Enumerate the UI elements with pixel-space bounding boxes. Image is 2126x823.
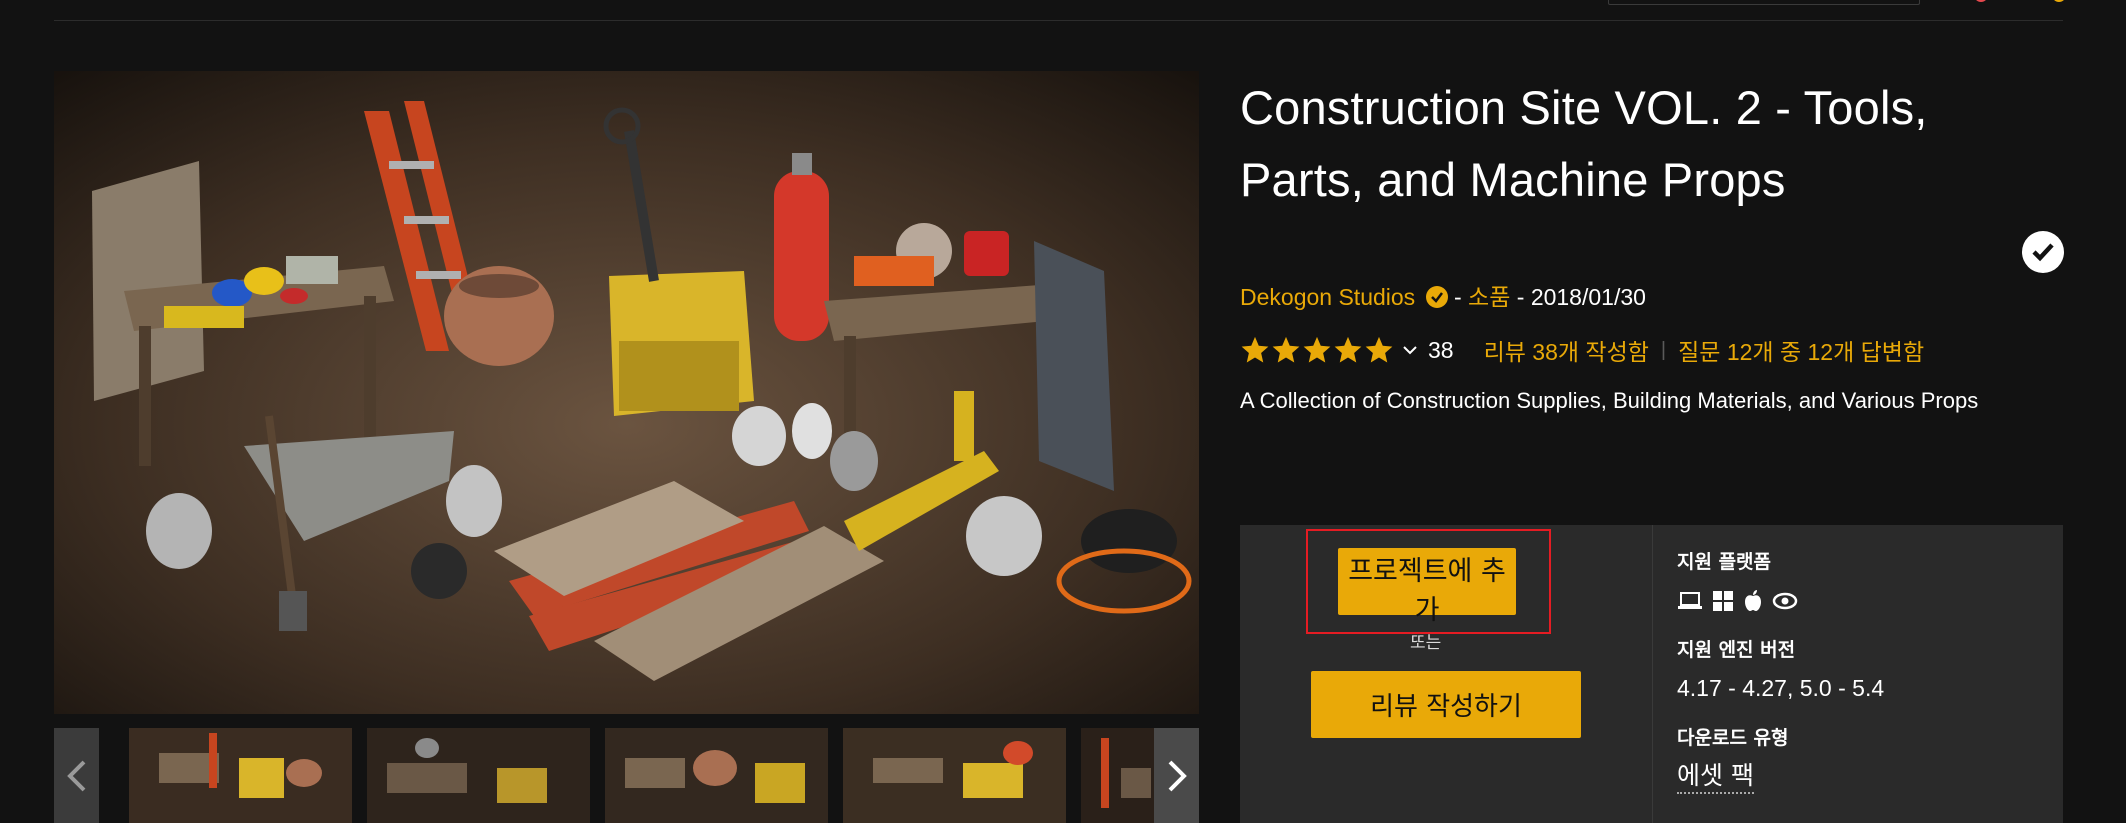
download-type-value[interactable]: 에셋 팩: [1677, 760, 1754, 794]
header-divider: [54, 20, 2063, 21]
notification-badge[interactable]: [1974, 0, 1988, 2]
laptop-icon: [1677, 590, 1703, 612]
star-icon: [1334, 336, 1362, 363]
star-icon: [1272, 336, 1300, 363]
category-link[interactable]: 소품: [1468, 284, 1510, 310]
meta-separator: -: [1516, 284, 1525, 310]
reviews-link[interactable]: 리뷰 38개 작성함: [1484, 333, 1649, 367]
product-hero-image[interactable]: [54, 71, 1199, 714]
thumbnail-2[interactable]: [367, 728, 590, 823]
engine-versions-label: 지원 엔진 버전: [1677, 639, 1796, 661]
purchase-panel: 프로젝트에 추가 또는 리뷰 작성하기 지원 플랫폼 지원 엔진 버전 4.17…: [1240, 525, 2063, 823]
apple-icon: [1743, 589, 1763, 613]
thumbnail-strip: [54, 728, 1199, 823]
search-input[interactable]: [1608, 0, 1920, 5]
or-label: 또는: [1410, 633, 1442, 653]
star-icon: [1365, 336, 1393, 363]
product-meta: Dekogon Studios - 소품 - 2018/01/30: [1240, 280, 1646, 314]
thumbnail-next-button[interactable]: [1154, 728, 1199, 823]
panel-divider: [1652, 525, 1653, 823]
thumbnail-4[interactable]: [843, 728, 1066, 823]
download-type-label: 다운로드 유형: [1677, 727, 1789, 749]
thumbnail-prev-button[interactable]: [54, 728, 99, 823]
release-date: 2018/01/30: [1530, 284, 1646, 310]
engine-versions-value: 4.17 - 4.27, 5.0 - 5.4: [1677, 675, 1885, 701]
write-review-button[interactable]: 리뷰 작성하기: [1311, 671, 1581, 738]
checkmark-icon: [2032, 243, 2054, 262]
platform-icons: [1677, 589, 1798, 613]
star-icon: [1241, 336, 1269, 363]
windows-icon: [1712, 590, 1734, 612]
cart-badge[interactable]: [2052, 0, 2066, 2]
thumbnail-5[interactable]: [1081, 728, 1161, 823]
rating-count: 38: [1428, 336, 1454, 363]
link-divider: |: [1660, 338, 1667, 361]
thumbnail-1[interactable]: [129, 728, 352, 823]
chevron-right-icon: [1168, 760, 1187, 791]
owned-check-badge: [2022, 231, 2064, 273]
eye-icon: [1772, 591, 1798, 611]
star-rating[interactable]: [1240, 335, 1394, 365]
seller-link[interactable]: Dekogon Studios: [1240, 284, 1415, 310]
verified-seller-icon: [1425, 286, 1448, 308]
product-title: Construction Site VOL. 2 - Tools, Parts,…: [1240, 81, 1928, 206]
questions-link[interactable]: 질문 12개 중 12개 답변함: [1678, 333, 1924, 367]
rating-row: 38 리뷰 38개 작성함 | 질문 12개 중 12개 답변함: [1240, 330, 1924, 370]
platforms-label: 지원 플랫폼: [1677, 551, 1772, 573]
thumbnail-3[interactable]: [605, 728, 828, 823]
meta-separator: -: [1453, 284, 1462, 310]
chevron-down-icon[interactable]: [1402, 344, 1418, 356]
add-to-project-button[interactable]: 프로젝트에 추가: [1338, 548, 1516, 626]
chevron-left-icon: [66, 760, 85, 791]
star-icon: [1303, 336, 1331, 363]
product-description: A Collection of Construction Supplies, B…: [1240, 388, 1979, 413]
